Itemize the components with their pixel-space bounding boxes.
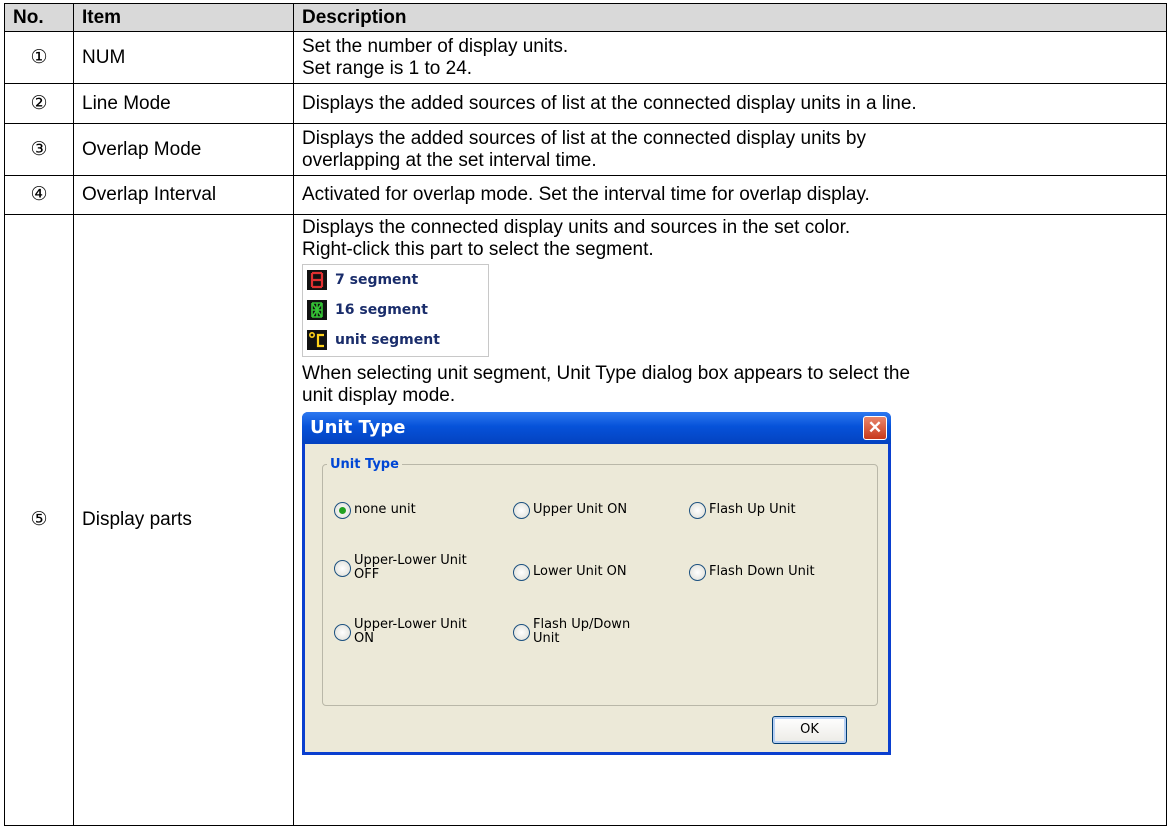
table-row: ④ Overlap Interval Activated for overlap…	[4, 175, 1167, 215]
unit-segment-icon	[307, 330, 327, 350]
menu-item-label: unit segment	[335, 332, 440, 348]
radio-upper-lower-unit-on[interactable]: Upper-Lower Unit ON	[334, 618, 467, 646]
radio-icon	[689, 501, 706, 519]
row-number: ④	[4, 175, 74, 215]
group-label: Unit Type	[327, 454, 402, 476]
table-header-row: No. Item Description	[4, 3, 1167, 32]
radio-lower-unit-on[interactable]: Lower Unit ON	[513, 561, 627, 583]
row-number: ①	[4, 31, 74, 84]
radio-icon	[334, 559, 351, 577]
unit-type-group: Unit Type none unit Upper Unit ON Flash …	[322, 454, 878, 706]
header-item: Item	[73, 3, 294, 32]
radio-label: Flash Up/Down	[533, 617, 631, 632]
unit-type-dialog: Unit Type ✕ Unit Type none unit Upper Un…	[302, 412, 891, 755]
row-number: ⑤	[4, 214, 74, 826]
table-row: ② Line Mode Displays the added sources o…	[4, 83, 1167, 124]
radio-label: ON	[354, 631, 374, 646]
description-line: Set the number of display units.	[302, 35, 569, 57]
radio-label: Flash Down Unit	[709, 564, 815, 579]
menu-item-label: 16 segment	[335, 302, 428, 318]
radio-upper-unit-on[interactable]: Upper Unit ON	[513, 499, 627, 521]
ok-button[interactable]: OK	[772, 716, 847, 744]
radio-label: Unit	[533, 631, 560, 646]
row-number: ②	[4, 83, 74, 124]
row-number: ③	[4, 123, 74, 176]
radio-icon	[689, 563, 706, 581]
radio-label: Lower Unit ON	[533, 564, 627, 579]
dialog-title: Unit Type	[310, 417, 406, 438]
header-no: No.	[4, 3, 74, 32]
radio-flash-up-down-unit[interactable]: Flash Up/Down Unit	[513, 618, 630, 646]
header-description: Description	[293, 3, 1167, 32]
radio-icon	[513, 623, 530, 641]
menu-item-7-segment[interactable]: 7 segment	[307, 269, 418, 291]
row-description: Set the number of display units. Set ran…	[293, 31, 1167, 84]
sixteen-segment-icon	[307, 300, 327, 320]
radio-label: Upper-Lower Unit	[354, 553, 467, 568]
radio-flash-down-unit[interactable]: Flash Down Unit	[689, 561, 815, 583]
menu-item-16-segment[interactable]: 16 segment	[307, 299, 428, 321]
dialog-titlebar[interactable]: Unit Type ✕	[302, 412, 891, 444]
segment-context-menu: 7 segment 16 segment unit segment	[302, 264, 489, 357]
radio-icon	[513, 563, 530, 581]
row-item: NUM	[73, 31, 294, 84]
radio-flash-up-unit[interactable]: Flash Up Unit	[689, 499, 796, 521]
radio-label: OFF	[354, 567, 380, 582]
description-line: overlapping at the set interval time.	[302, 149, 597, 171]
row-description: Displays the added sources of list at th…	[293, 123, 1167, 176]
radio-icon	[513, 501, 530, 519]
radio-icon	[334, 623, 351, 641]
seven-segment-icon	[307, 270, 327, 290]
row-description: Displays the connected display units and…	[293, 214, 1167, 826]
radio-label: none unit	[354, 502, 416, 517]
table-row: ③ Overlap Mode Displays the added source…	[4, 123, 1167, 176]
radio-none-unit[interactable]: none unit	[334, 499, 416, 521]
description-line: When selecting unit segment, Unit Type d…	[302, 363, 911, 384]
menu-item-unit-segment[interactable]: unit segment	[307, 329, 440, 351]
radio-label: Upper Unit ON	[533, 502, 628, 517]
radio-label: Upper-Lower Unit	[354, 617, 467, 632]
description-line: Displays the connected display units and…	[302, 217, 851, 238]
row-item: Overlap Mode	[73, 123, 294, 176]
table-row: ⑤ Display parts Displays the connected d…	[4, 214, 1167, 826]
description-line: Right-click this part to select the segm…	[302, 239, 654, 260]
description-line: unit display mode.	[302, 385, 456, 406]
row-item: Display parts	[73, 214, 294, 826]
description-table: No. Item Description ① NUM Set the numbe…	[4, 3, 1167, 826]
table-row: ① NUM Set the number of display units. S…	[4, 31, 1167, 84]
radio-label: Flash Up Unit	[709, 502, 796, 517]
close-icon[interactable]: ✕	[863, 416, 887, 440]
radio-selected-icon	[334, 501, 351, 519]
description-line: Displays the added sources of list at th…	[302, 127, 866, 149]
description-line: Set range is 1 to 24.	[302, 57, 473, 79]
menu-item-label: 7 segment	[335, 272, 419, 288]
row-item: Line Mode	[73, 83, 294, 124]
row-description: Activated for overlap mode. Set the inte…	[293, 175, 1167, 215]
row-item: Overlap Interval	[73, 175, 294, 215]
row-description: Displays the added sources of list at th…	[293, 83, 1167, 124]
radio-upper-lower-unit-off[interactable]: Upper-Lower Unit OFF	[334, 554, 467, 582]
